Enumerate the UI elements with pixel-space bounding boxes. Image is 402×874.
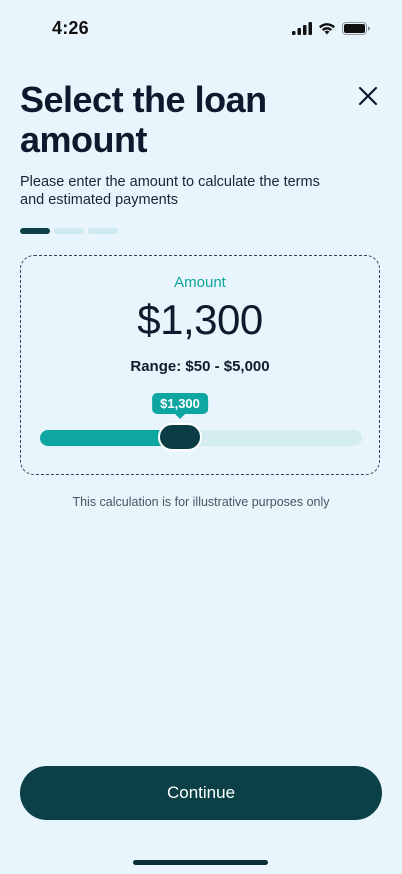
status-bar: 4:26	[0, 0, 402, 58]
range-text: Range: $50 - $5,000	[130, 358, 270, 375]
close-button[interactable]	[354, 82, 382, 110]
page-title: Select the loan amount	[20, 79, 267, 160]
step-2	[54, 228, 84, 234]
amount-value: $1,300	[137, 296, 263, 343]
amount-label: Amount	[174, 274, 226, 291]
home-indicator	[133, 860, 268, 865]
cellular-signal-icon	[292, 22, 312, 40]
close-icon	[358, 86, 378, 106]
status-time: 4:26	[52, 18, 89, 38]
wifi-icon	[318, 22, 336, 40]
continue-button[interactable]: Continue	[20, 766, 382, 820]
step-1	[20, 228, 50, 234]
slider-thumb[interactable]	[158, 423, 202, 451]
battery-icon	[342, 22, 370, 40]
step-indicator	[20, 228, 118, 234]
amount-card: Amount $1,300 Range: $50 - $5,000 $1,300	[20, 255, 380, 475]
step-3	[88, 228, 118, 234]
amount-slider[interactable]: $1,300	[40, 393, 362, 451]
page-subtitle: Please enter the amount to calculate the…	[20, 174, 320, 208]
slider-tooltip: $1,300	[152, 393, 208, 419]
disclaimer-text: This calculation is for illustrative pur…	[72, 495, 330, 509]
status-icons	[292, 22, 370, 40]
